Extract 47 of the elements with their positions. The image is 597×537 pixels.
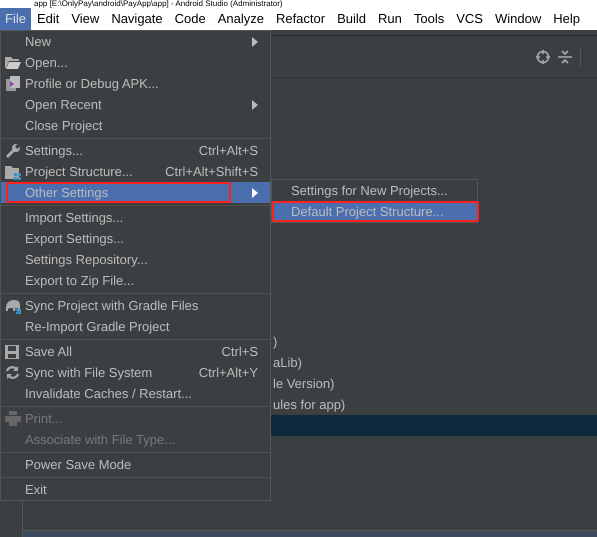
tree-item[interactable]: aLib) xyxy=(273,352,302,372)
menu-item[interactable]: File xyxy=(0,8,31,30)
menu-item[interactable]: Sync Project with Gradle Files xyxy=(1,295,270,316)
save-icon xyxy=(5,344,19,358)
folder-grid-icon xyxy=(5,164,21,180)
menu-item[interactable]: Analyze xyxy=(212,8,270,30)
menu-item[interactable]: Profile or Debug APK... xyxy=(1,73,270,94)
window-title: app [E:\OnlyPay\android\PayApp\app] - Android Studio (Administrator) xyxy=(34,0,283,8)
menu-item[interactable]: VCS xyxy=(450,8,489,30)
menu-item[interactable]: Navigate xyxy=(105,8,169,30)
tree-item[interactable]: ) xyxy=(273,332,278,352)
document-icon xyxy=(5,76,21,92)
wrench-icon xyxy=(5,142,21,158)
menu-item[interactable]: Sync with File System Ctrl+Alt+Y xyxy=(1,362,270,383)
menu-item[interactable]: Settings Repository... xyxy=(1,249,270,270)
menu-item[interactable]: Refactor xyxy=(270,8,332,30)
elephant-sync-icon xyxy=(5,298,22,314)
refresh-icon xyxy=(5,365,20,380)
menu-item[interactable]: New xyxy=(1,31,270,52)
tree-item[interactable]: le Version) xyxy=(273,374,334,394)
folder-icon xyxy=(5,56,21,69)
menu-item[interactable]: Open Recent xyxy=(1,94,270,115)
collapse-icon[interactable] xyxy=(558,50,572,64)
menu-item[interactable]: Code xyxy=(168,8,212,30)
menu-item[interactable]: Build xyxy=(331,8,372,30)
menu-item[interactable]: Save All Ctrl+S xyxy=(1,341,270,362)
menu-item[interactable]: Settings for New Projects... xyxy=(272,180,477,201)
printer-icon xyxy=(5,411,21,426)
menu-item[interactable]: Invalidate Caches / Restart... xyxy=(1,383,270,404)
menu-item[interactable]: Power Save Mode xyxy=(1,454,270,475)
menu-item[interactable]: Help xyxy=(547,8,586,30)
menu-item[interactable]: Project Structure... Ctrl+Alt+Shift+S xyxy=(1,161,270,182)
menu-item[interactable]: Import Settings... xyxy=(1,207,270,228)
menu-item[interactable]: Open... xyxy=(1,52,270,73)
menu-item[interactable]: Export to Zip File... xyxy=(1,270,270,291)
menu-item[interactable]: Re-Import Gradle Project xyxy=(1,316,270,337)
menu-item[interactable]: View xyxy=(65,8,106,30)
menu-item[interactable]: Run xyxy=(372,8,408,30)
crosshair-icon[interactable] xyxy=(536,50,550,64)
menu-item[interactable]: Exit xyxy=(1,479,270,500)
menu-item[interactable]: Tools xyxy=(408,8,450,30)
tree-item[interactable]: ules for app) xyxy=(273,394,346,414)
menu-item[interactable]: Window xyxy=(488,8,548,30)
menu-item[interactable]: Export Settings... xyxy=(1,228,270,249)
menu-item[interactable]: Settings... Ctrl+Alt+S xyxy=(1,140,270,161)
menu-item[interactable]: Close Project xyxy=(1,115,270,136)
menu-item[interactable]: Edit xyxy=(30,8,66,30)
